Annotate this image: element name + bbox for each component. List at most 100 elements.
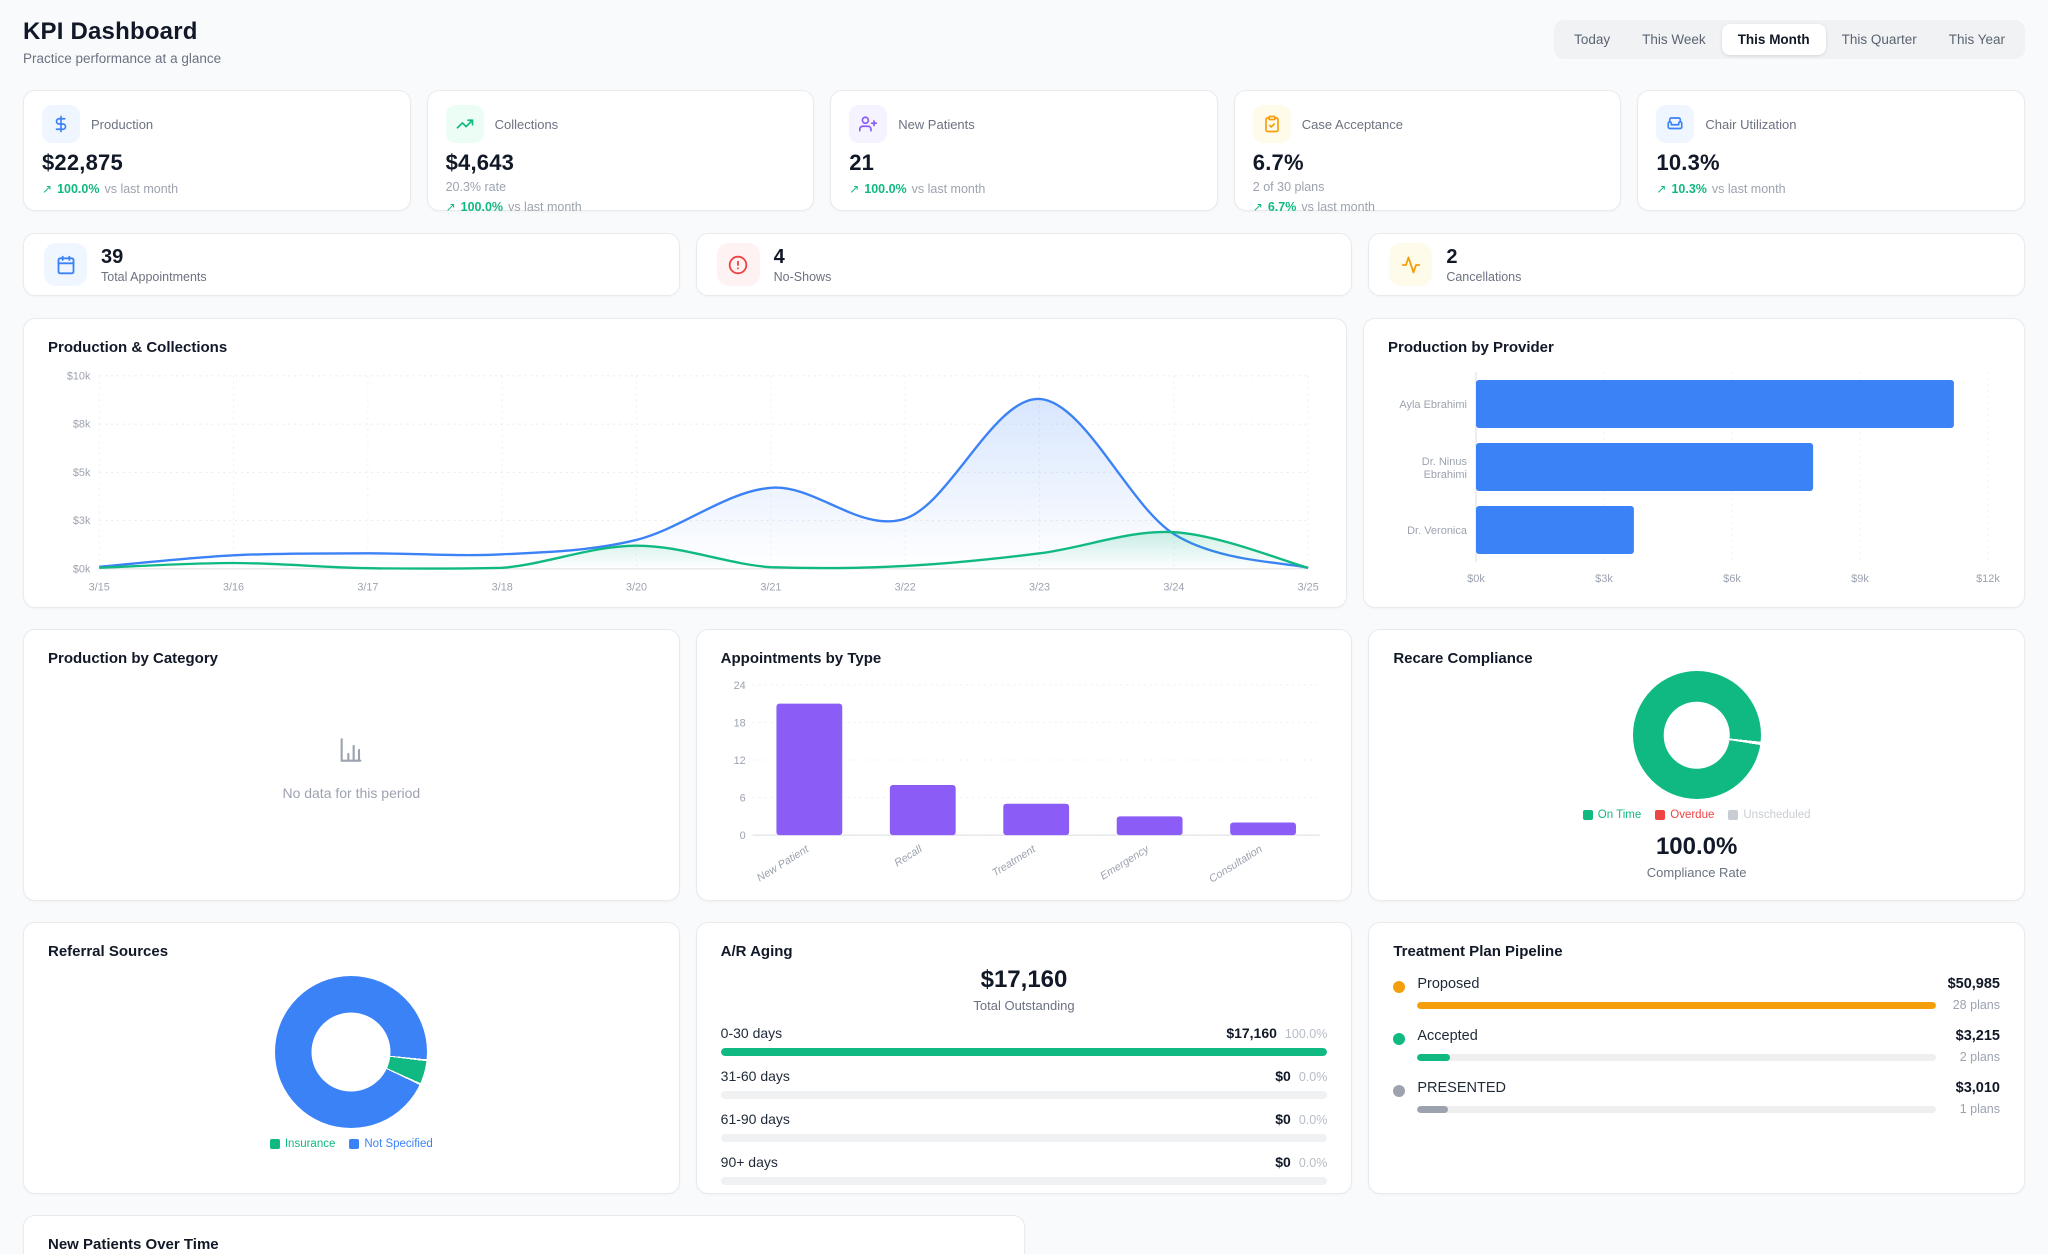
- svg-text:Recall: Recall: [892, 843, 924, 869]
- filter-this-week-button[interactable]: This Week: [1626, 24, 1722, 55]
- legend-swatch: [1728, 810, 1738, 820]
- svg-text:Emergency: Emergency: [1098, 843, 1151, 883]
- svg-text:18: 18: [733, 717, 745, 729]
- ar-aging-card: A/R Aging $17,160 Total Outstanding 0-30…: [696, 922, 1353, 1194]
- ar-progress-track: [721, 1048, 1328, 1056]
- filter-this-year-button[interactable]: This Year: [1933, 24, 2021, 55]
- ar-bucket-amount: $0: [1275, 1154, 1291, 1170]
- pipeline-plan-count: 28 plans: [1948, 998, 2000, 1012]
- pipeline-progress-fill: [1417, 1002, 1936, 1009]
- kpi-delta-pct: 100.0%: [864, 182, 906, 196]
- ar-bucket-label: 61-90 days: [721, 1111, 790, 1127]
- kpi-subtext: 2 of 30 plans: [1253, 180, 1603, 194]
- svg-text:$10k: $10k: [67, 370, 91, 382]
- bar-chart-icon: [335, 734, 367, 771]
- new-patients-kpi-card: New Patients 21 ↗ 100.0% vs last month: [830, 90, 1218, 211]
- stat-label: Total Appointments: [101, 270, 207, 284]
- filter-this-quarter-button[interactable]: This Quarter: [1826, 24, 1933, 55]
- svg-text:New Patient: New Patient: [755, 843, 812, 885]
- ar-aging-rows: 0-30 days $17,160 100.0% 31-60 days $0 0…: [721, 1025, 1328, 1185]
- legend-swatch: [1655, 810, 1665, 820]
- pipeline-row: PRESENTED $3,010 1 plans: [1393, 1080, 2000, 1116]
- pipeline-stage-label: Accepted: [1417, 1028, 1477, 1044]
- treatment-plan-pipeline-card: Treatment Plan Pipeline Proposed $50,985…: [1368, 922, 2025, 1194]
- pipeline-progress-fill: [1417, 1106, 1448, 1113]
- case-acceptance-kpi-card: Case Acceptance 6.7% 2 of 30 plans ↗ 6.7…: [1234, 90, 1622, 211]
- legend-item[interactable]: Insurance: [270, 1138, 336, 1150]
- pipeline-row: Accepted $3,215 2 plans: [1393, 1028, 2000, 1064]
- pipeline-progress-track: [1417, 1106, 1936, 1113]
- ar-bucket-label: 0-30 days: [721, 1025, 782, 1041]
- svg-text:Treatment: Treatment: [990, 843, 1038, 879]
- pipeline-stage-amount: $50,985: [1948, 976, 2000, 992]
- compliance-rate-caption: Compliance Rate: [1647, 865, 1747, 880]
- production-collections-line-chart: 3/153/163/173/183/203/213/223/233/243/25…: [48, 366, 1322, 600]
- pipeline-stage-dot: [1393, 1085, 1405, 1097]
- stat-value: 4: [774, 246, 832, 268]
- svg-text:$6k: $6k: [1723, 573, 1741, 585]
- provider-bar-chart-svg: $0k$3k$6k$9k$12kAyla EbrahimiDr. NinusEb…: [1388, 366, 2000, 604]
- chart-title: New Patients Over Time: [48, 1236, 1000, 1253]
- ar-aging-row: 90+ days $0 0.0%: [721, 1154, 1328, 1185]
- kpi-delta-pct: 6.7%: [1268, 200, 1297, 214]
- kpi-card-row: Production $22,875 ↗ 100.0% vs last mont…: [23, 90, 2025, 211]
- filter-today-button[interactable]: Today: [1558, 24, 1626, 55]
- svg-text:Dr. Ninus: Dr. Ninus: [1422, 456, 1468, 468]
- kpi-label: Collections: [495, 117, 559, 132]
- pipeline-stage-label: Proposed: [1417, 976, 1479, 992]
- stat-value: 2: [1446, 246, 1521, 268]
- svg-text:$5k: $5k: [73, 467, 91, 479]
- header-titles: KPI Dashboard Practice performance at a …: [23, 18, 221, 66]
- ar-progress-track: [721, 1134, 1328, 1142]
- kpi-delta-suffix: vs last month: [912, 182, 986, 196]
- pipeline-plan-count: 1 plans: [1948, 1102, 2000, 1116]
- chart-title: Production by Category: [48, 650, 655, 667]
- kpi-label: New Patients: [898, 117, 975, 132]
- kpi-label: Case Acceptance: [1302, 117, 1403, 132]
- legend-swatch: [270, 1139, 280, 1149]
- kpi-delta-pct: 10.3%: [1671, 182, 1706, 196]
- kpi-delta-suffix: vs last month: [1301, 200, 1375, 214]
- ar-total-outstanding-value: $17,160: [721, 966, 1328, 994]
- ar-bucket-amount: $0: [1275, 1068, 1291, 1084]
- legend-item[interactable]: Unscheduled: [1728, 809, 1810, 821]
- legend-item[interactable]: On Time: [1583, 809, 1641, 821]
- chart-title: Referral Sources: [48, 943, 655, 960]
- clipboard-check-icon: [1253, 105, 1291, 143]
- filter-this-month-button[interactable]: This Month: [1722, 24, 1826, 55]
- recare-compliance-donut-chart: On Time Overdue Unscheduled 100.0% Compli…: [1393, 667, 2000, 880]
- legend-item[interactable]: Overdue: [1655, 809, 1714, 821]
- ar-progress-track: [721, 1177, 1328, 1185]
- kpi-delta-suffix: vs last month: [1712, 182, 1786, 196]
- pipeline-progress-fill: [1417, 1054, 1450, 1061]
- production-by-category-chart-card: Production by Category No data for this …: [23, 629, 680, 901]
- production-by-provider-chart-card: Production by Provider $0k$3k$6k$9k$12kA…: [1363, 318, 2025, 608]
- svg-text:Ayla Ebrahimi: Ayla Ebrahimi: [1399, 399, 1467, 411]
- legend-swatch: [1583, 810, 1593, 820]
- legend-item[interactable]: Not Specified: [349, 1138, 432, 1150]
- pipeline-stage-amount: $3,010: [1956, 1080, 2000, 1096]
- ar-aging-row: 61-90 days $0 0.0%: [721, 1111, 1328, 1142]
- ar-bucket-label: 90+ days: [721, 1154, 778, 1170]
- svg-text:3/15: 3/15: [89, 581, 110, 593]
- kpi-value: 6.7%: [1253, 150, 1603, 176]
- donut: [1633, 671, 1761, 799]
- svg-text:3/21: 3/21: [760, 581, 781, 593]
- ar-progress-fill: [721, 1048, 1328, 1056]
- production-collections-chart-card: Production & Collections 3/153/163/173/1…: [23, 318, 1347, 608]
- compliance-rate-value: 100.0%: [1656, 833, 1737, 861]
- legend-swatch: [349, 1139, 359, 1149]
- svg-text:0: 0: [739, 830, 745, 842]
- svg-text:$9k: $9k: [1851, 573, 1869, 585]
- stat-label: Cancellations: [1446, 270, 1521, 284]
- appointments-bar-chart-svg: 06121824New PatientRecallTreatmentEmerge…: [721, 677, 1328, 886]
- svg-text:6: 6: [739, 792, 745, 804]
- pipeline-row: Proposed $50,985 28 plans: [1393, 976, 2000, 1012]
- svg-text:3/20: 3/20: [626, 581, 647, 593]
- ar-bucket-percent: 0.0%: [1299, 1156, 1328, 1170]
- ar-bucket-percent: 0.0%: [1299, 1070, 1328, 1084]
- arrow-up-right-icon: ↗: [42, 182, 52, 196]
- page-header: KPI Dashboard Practice performance at a …: [23, 18, 2025, 78]
- no-shows-card: 4 No-Shows: [696, 233, 1353, 296]
- svg-text:Ebrahimi: Ebrahimi: [1424, 469, 1467, 481]
